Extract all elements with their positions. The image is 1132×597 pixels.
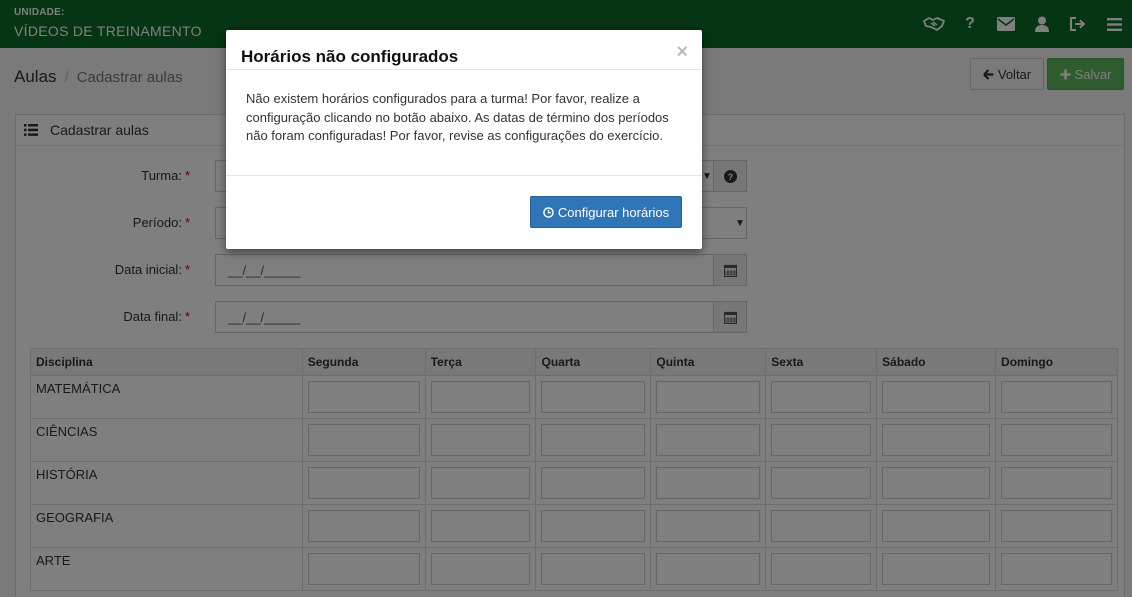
- clock-icon: [543, 206, 554, 218]
- configure-schedules-label: Configurar horários: [557, 204, 670, 220]
- modal-body: Não existem horários configurados para a…: [226, 70, 702, 176]
- modal-header: Horários não configurados ×: [226, 30, 702, 70]
- modal-footer: Configurar horários: [226, 176, 702, 249]
- configure-schedules-button[interactable]: Configurar horários: [530, 196, 682, 228]
- close-icon[interactable]: ×: [676, 41, 688, 64]
- modal-title: Horários não configurados: [241, 47, 459, 66]
- modal-dialog: Horários não configurados × Não existem …: [226, 30, 702, 249]
